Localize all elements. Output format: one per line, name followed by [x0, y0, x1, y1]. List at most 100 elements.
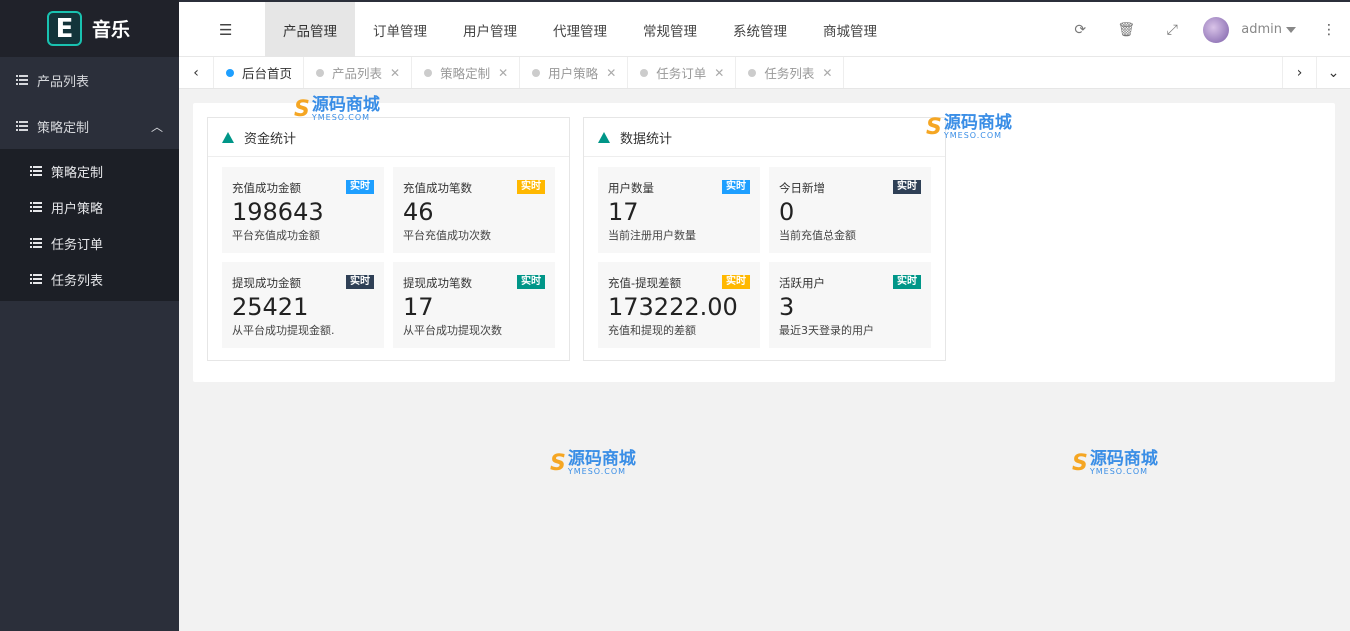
stat-desc: 当前充值总金额 [779, 229, 856, 242]
close-icon[interactable]: ✕ [390, 66, 400, 80]
realtime-badge: 实时 [517, 180, 545, 194]
stat-desc: 充值和提现的差额 [608, 324, 696, 337]
topnav-user-mgmt[interactable]: 用户管理 [445, 2, 535, 57]
topnav-general-mgmt[interactable]: 常规管理 [625, 2, 715, 57]
panel-header: 资金统计 [208, 118, 569, 157]
stat-card: 充值成功笔数 46 平台充值成功次数 实时 [393, 167, 555, 253]
stat-desc: 平台充值成功金额 [232, 229, 320, 242]
sidebar-submenu: 策略定制 用户策略 任务订单 任务列表 [0, 149, 179, 301]
tab-home[interactable]: 后台首页 [214, 57, 305, 88]
stat-desc: 从平台成功提现金额. [232, 324, 335, 337]
watermark: S 源码商城 YMESO.COM [294, 95, 380, 123]
stat-card: 今日新增 0 当前充值总金额 实时 [769, 167, 931, 253]
panel-header: 数据统计 [584, 118, 945, 157]
tab-dot [226, 68, 234, 77]
tabs-bar: ‹ 后台首页 产品列表 ✕ 策略定制 ✕ 用户策略 ✕ 任务订单 ✕ 任务列表 [179, 57, 1350, 89]
user-name[interactable]: admin [1241, 22, 1282, 37]
tab-label: 任务订单 [656, 66, 707, 81]
tab-product-list[interactable]: 产品列表 ✕ [304, 57, 413, 88]
watermark-text: 源码商城 [943, 113, 1012, 133]
header-tools: ⟳ 🗑 ⤢ admin ⋮ [1057, 2, 1350, 57]
sidebar-subitem-task-list[interactable]: 任务列表 [0, 261, 179, 297]
chevron-left-icon[interactable]: ‹ [179, 57, 213, 88]
tab-user-strategy[interactable]: 用户策略 ✕ [520, 57, 629, 88]
tab-strategy[interactable]: 策略定制 ✕ [412, 57, 521, 88]
tab-task-list[interactable]: 任务列表 ✕ [736, 57, 845, 88]
tab-label: 用户策略 [548, 66, 599, 81]
watermark-logo-icon: S [926, 115, 942, 140]
stat-value: 3 [779, 293, 795, 321]
chevron-down-icon[interactable]: ⌄ [1316, 57, 1350, 88]
trash-icon[interactable]: 🗑 [1103, 22, 1149, 38]
stat-value: 0 [779, 198, 795, 226]
watermark-text: 源码商城 [311, 95, 380, 115]
watermark-logo-icon: S [550, 451, 566, 476]
fullscreen-icon[interactable]: ⤢ [1149, 22, 1195, 38]
tab-dot [640, 68, 649, 77]
sidebar-subitem-task-orders[interactable]: 任务订单 [0, 225, 179, 261]
stat-value: 46 [403, 198, 434, 226]
sidebar-item-product-list[interactable]: 产品列表 [0, 57, 179, 103]
logo-icon: E [47, 11, 82, 46]
topnav-system-mgmt[interactable]: 系统管理 [715, 2, 805, 57]
sidebar-item-label: 策略定制 [37, 120, 90, 136]
stat-card: 提现成功笔数 17 从平台成功提现次数 实时 [393, 262, 555, 348]
watermark-subtext: YMESO.COM [1089, 467, 1149, 476]
tab-task-orders[interactable]: 任务订单 ✕ [628, 57, 737, 88]
sidebar-subitem-label: 策略定制 [51, 165, 104, 181]
sidebar: E 音乐 产品列表 策略定制 ︿ 策略定制 用户策略 任务订单 任务列表 [0, 0, 179, 631]
watermark-subtext: YMESO.COM [311, 113, 371, 122]
stat-value: 173222.00 [608, 293, 738, 321]
tab-label: 后台首页 [242, 66, 293, 81]
topnav-product-mgmt[interactable]: 产品管理 [265, 2, 355, 57]
sidebar-subitem-label: 任务订单 [51, 237, 104, 253]
realtime-badge: 实时 [893, 180, 921, 194]
data-panel: 数据统计 用户数量 17 当前注册用户数量 实时 今日新增 0 当前充值总金额 … [583, 117, 946, 361]
close-icon[interactable]: ✕ [822, 66, 832, 80]
top-nav: 产品管理 订单管理 用户管理 代理管理 常规管理 系统管理 商城管理 [265, 2, 895, 57]
funds-panel: 资金统计 充值成功金额 198643 平台充值成功金额 实时 充值成功笔数 46… [207, 117, 570, 361]
watermark-logo-icon: S [294, 97, 310, 122]
stat-desc: 从平台成功提现次数 [403, 324, 502, 337]
list-icon [30, 274, 42, 284]
avatar[interactable] [1203, 16, 1230, 43]
app-name: 音乐 [92, 19, 131, 41]
watermark-text: 源码商城 [1089, 449, 1158, 469]
list-icon [30, 238, 42, 248]
sidebar-item-strategy[interactable]: 策略定制 ︿ [0, 103, 179, 149]
logo[interactable]: E 音乐 [0, 0, 179, 57]
tab-dot [748, 68, 757, 77]
topnav-mall-mgmt[interactable]: 商城管理 [805, 2, 895, 57]
realtime-badge: 实时 [346, 180, 374, 194]
watermark: S 源码商城 YMESO.COM [550, 451, 636, 477]
more-vertical-icon[interactable]: ⋮ [1322, 22, 1336, 38]
stat-desc: 最近3天登录的用户 [779, 324, 874, 337]
watermark: S 源码商城 YMESO.COM [1072, 449, 1158, 477]
stat-card: 提现成功金额 25421 从平台成功提现金额. 实时 [222, 262, 384, 348]
close-icon[interactable]: ✕ [606, 66, 616, 80]
dashboard-card: 资金统计 充值成功金额 198643 平台充值成功金额 实时 充值成功笔数 46… [193, 103, 1335, 382]
watermark-subtext: YMESO.COM [567, 467, 627, 476]
tab-label: 任务列表 [764, 66, 815, 81]
sidebar-subitem-strategy-custom[interactable]: 策略定制 [0, 153, 179, 189]
sidebar-item-label: 产品列表 [37, 74, 90, 90]
tab-label: 产品列表 [332, 66, 383, 81]
chevron-right-icon[interactable]: › [1282, 57, 1316, 88]
top-header: ☰ 产品管理 订单管理 用户管理 代理管理 常规管理 系统管理 商城管理 ⟳ 🗑… [179, 0, 1350, 57]
menu-toggle-icon[interactable]: ☰ [219, 21, 232, 39]
sidebar-subitem-user-strategy[interactable]: 用户策略 [0, 189, 179, 225]
caret-down-icon[interactable] [1286, 26, 1296, 33]
stat-desc: 当前注册用户数量 [608, 229, 696, 242]
close-icon[interactable]: ✕ [714, 66, 724, 80]
refresh-icon[interactable]: ⟳ [1057, 22, 1103, 38]
chevron-up-icon: ︿ [150, 120, 163, 134]
watermark: S 源码商城 YMESO.COM [926, 113, 1012, 141]
topnav-order-mgmt[interactable]: 订单管理 [355, 2, 445, 57]
page-tabs: 后台首页 产品列表 ✕ 策略定制 ✕ 用户策略 ✕ 任务订单 ✕ 任务列表 ✕ [213, 57, 845, 88]
stat-card: 用户数量 17 当前注册用户数量 实时 [598, 167, 760, 253]
tab-label: 策略定制 [440, 66, 491, 81]
tab-dot [316, 68, 325, 77]
tab-dot [424, 68, 433, 77]
close-icon[interactable]: ✕ [498, 66, 508, 80]
topnav-agent-mgmt[interactable]: 代理管理 [535, 2, 625, 57]
